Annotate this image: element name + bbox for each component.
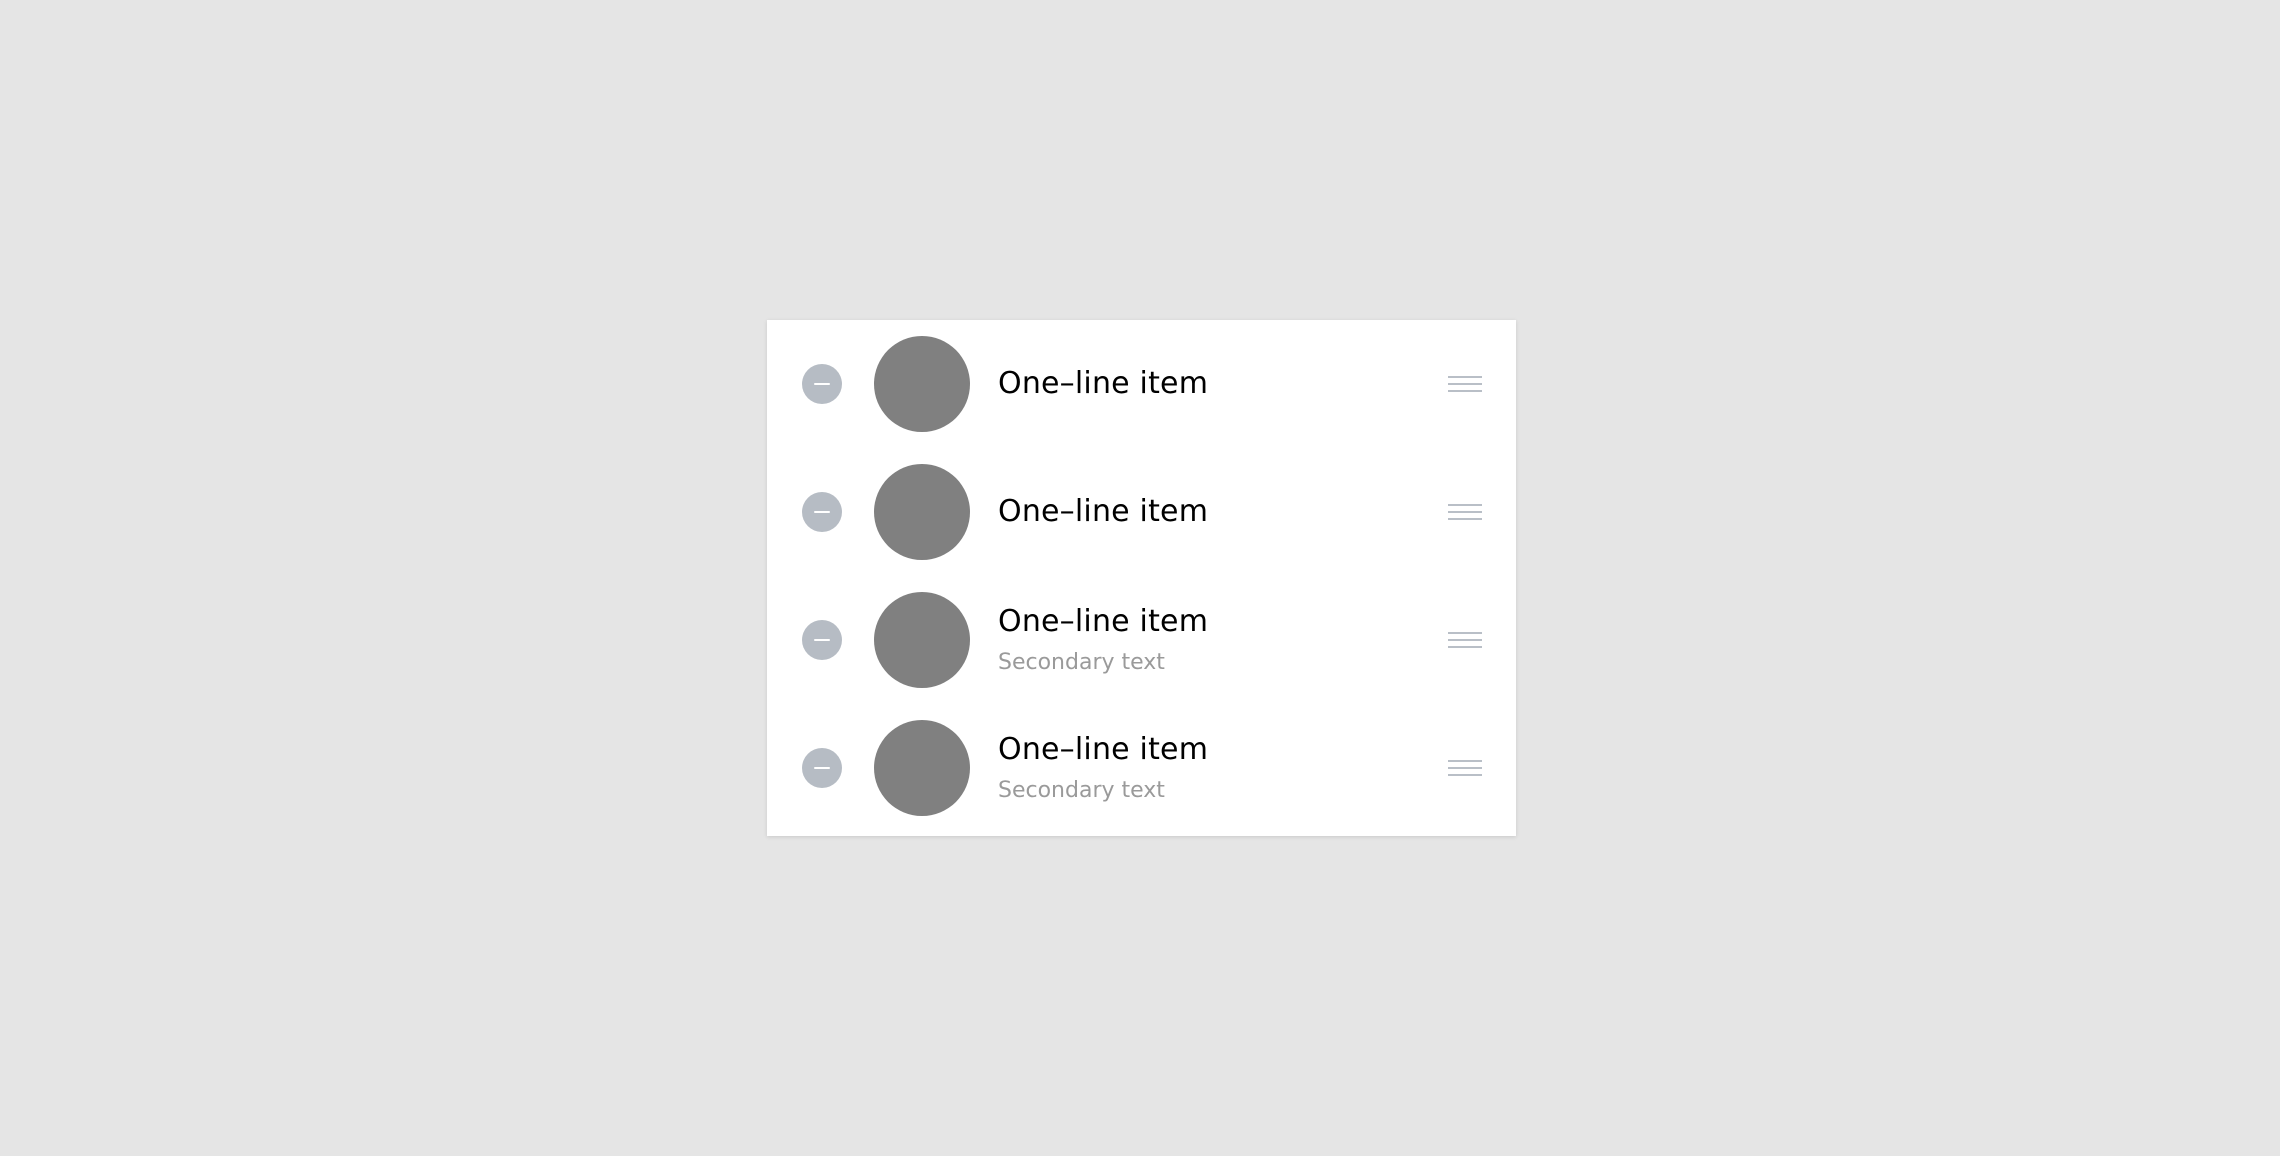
minus-icon	[814, 383, 830, 385]
remove-item-button[interactable]	[802, 620, 842, 660]
remove-item-button[interactable]	[802, 748, 842, 788]
remove-item-button[interactable]	[802, 492, 842, 532]
list-item[interactable]: One–line item	[767, 320, 1516, 448]
list-item-text: One–line item	[998, 448, 1418, 576]
list-item-primary-text: One–line item	[998, 732, 1209, 767]
list-item-text: One–line item Secondary text	[998, 704, 1418, 832]
list-item[interactable]: One–line item	[767, 448, 1516, 576]
minus-icon	[814, 639, 830, 641]
list-item-text: One–line item Secondary text	[998, 576, 1418, 704]
avatar	[874, 336, 970, 432]
drag-handle-icon[interactable]	[1448, 628, 1482, 652]
list-item[interactable]: One–line item Secondary text	[767, 704, 1516, 832]
list-item-secondary-text: Secondary text	[998, 778, 1165, 803]
list-item[interactable]: One–line item Secondary text	[767, 576, 1516, 704]
minus-icon	[814, 767, 830, 769]
list-card: One–line item One–line item One–line ite…	[767, 320, 1516, 836]
list-item-primary-text: One–line item	[998, 366, 1209, 401]
remove-item-button[interactable]	[802, 364, 842, 404]
avatar	[874, 592, 970, 688]
list-item-text: One–line item	[998, 320, 1418, 448]
list-item-secondary-text: Secondary text	[998, 650, 1165, 675]
list-item-primary-text: One–line item	[998, 494, 1209, 529]
drag-handle-icon[interactable]	[1448, 756, 1482, 780]
drag-handle-icon[interactable]	[1448, 372, 1482, 396]
drag-handle-icon[interactable]	[1448, 500, 1482, 524]
list-item-primary-text: One–line item	[998, 604, 1209, 639]
minus-icon	[814, 511, 830, 513]
avatar	[874, 720, 970, 816]
avatar	[874, 464, 970, 560]
